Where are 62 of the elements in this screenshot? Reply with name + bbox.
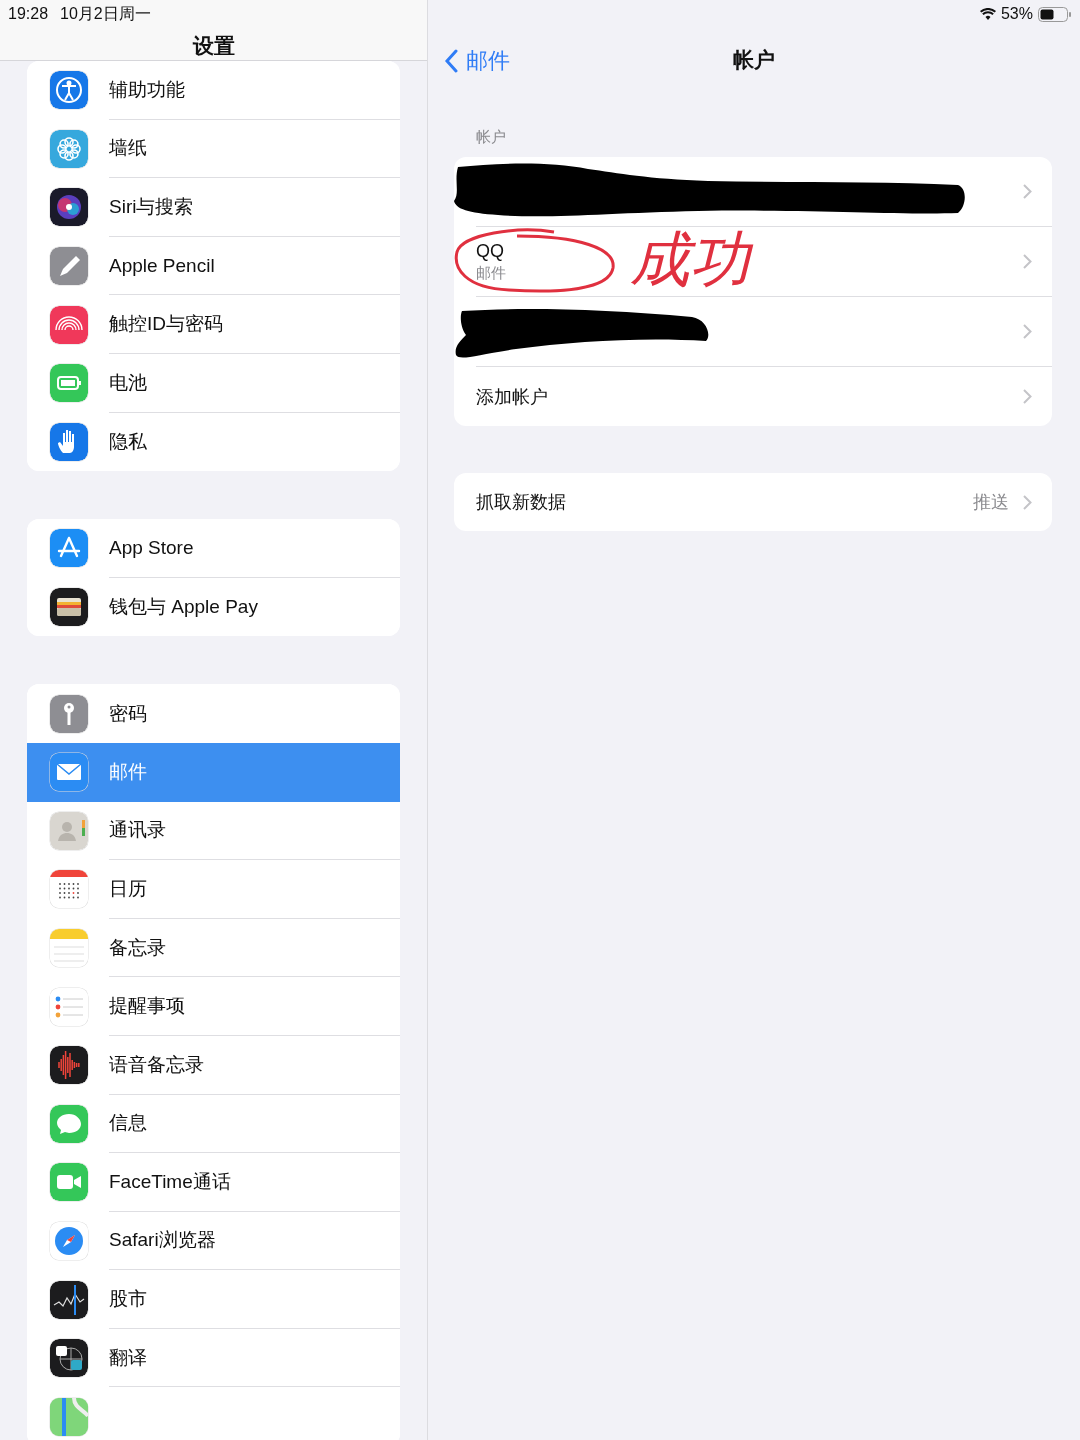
add-account-label: 添加帐户 xyxy=(476,385,549,409)
fetch-row[interactable]: 抓取新数据 推送 xyxy=(454,473,1052,531)
row-label: 日历 xyxy=(109,876,147,901)
page-title: 帐户 xyxy=(733,47,775,73)
row-label: 通讯录 xyxy=(109,818,166,843)
fetch-value: 推送 xyxy=(973,491,1009,514)
row-label: 信息 xyxy=(109,1111,147,1136)
row-label: Apple Pencil xyxy=(109,254,215,277)
account-name: QQ xyxy=(476,240,505,262)
wallet-icon xyxy=(50,588,88,627)
pencil-icon xyxy=(50,247,88,286)
row-label: Safari浏览器 xyxy=(109,1228,216,1253)
status-date: 10月2日周一 xyxy=(60,3,151,24)
status-time: 19:28 xyxy=(8,5,49,23)
battery-app-icon xyxy=(50,364,88,403)
chevron-icon xyxy=(1023,389,1032,404)
chevron-icon xyxy=(1023,324,1032,339)
account-row[interactable]: 添加帐户 xyxy=(454,367,1052,426)
row-label: App Store xyxy=(109,536,194,559)
envelope-icon xyxy=(50,753,88,792)
accessibility-icon xyxy=(50,71,88,110)
map-icon xyxy=(50,1397,88,1436)
hand-icon xyxy=(50,422,88,461)
key-icon xyxy=(50,694,88,733)
waveform-icon xyxy=(50,1046,88,1085)
row-label: 邮件 xyxy=(109,760,147,785)
chevron-icon xyxy=(1023,184,1032,199)
row-label: 语音备忘录 xyxy=(109,1052,204,1077)
fingerprint-icon xyxy=(50,305,88,344)
row-label: 股市 xyxy=(109,1287,147,1312)
orb-icon xyxy=(50,188,88,227)
row-label: Siri与搜索 xyxy=(109,195,194,219)
row-label: 密码 xyxy=(109,701,147,726)
sidebar-title: 设置 xyxy=(191,33,236,59)
app-store-icon xyxy=(50,529,88,568)
account-type: 邮件 xyxy=(476,263,507,283)
row-label: 电池 xyxy=(109,370,147,395)
row-label: 提醒事项 xyxy=(109,994,185,1019)
wifi-icon xyxy=(979,8,996,20)
stock-chart-icon xyxy=(50,1280,88,1319)
chevron-icon xyxy=(1023,494,1032,510)
chevron-icon xyxy=(1023,254,1032,269)
contacts-icon xyxy=(50,811,88,850)
row-label: 墙纸 xyxy=(109,136,147,161)
row-label: 翻译 xyxy=(109,1345,147,1370)
battery-percent: 53% xyxy=(1000,5,1033,23)
row-label: FaceTime通话 xyxy=(109,1169,231,1194)
row-label: 备忘录 xyxy=(109,935,166,960)
video-camera-icon xyxy=(50,1163,88,1202)
row-label: 钱包与 Apple Pay xyxy=(109,595,258,620)
fetch-label: 抓取新数据 xyxy=(476,491,567,514)
section-header: 帐户 xyxy=(475,128,507,147)
row-label: 辅助功能 xyxy=(109,77,185,102)
back-link[interactable]: 邮件 xyxy=(444,46,510,76)
battery-icon xyxy=(1038,6,1072,22)
globe-icon xyxy=(50,1339,88,1378)
row-label: 隐私 xyxy=(109,429,147,454)
account-row[interactable]: QQ 邮件 成功 xyxy=(454,227,1052,296)
back-chevron-icon xyxy=(444,49,458,73)
row-label: 触控ID与密码 xyxy=(109,312,223,337)
speech-bubble-icon xyxy=(50,1104,88,1143)
flower-icon xyxy=(50,129,88,168)
